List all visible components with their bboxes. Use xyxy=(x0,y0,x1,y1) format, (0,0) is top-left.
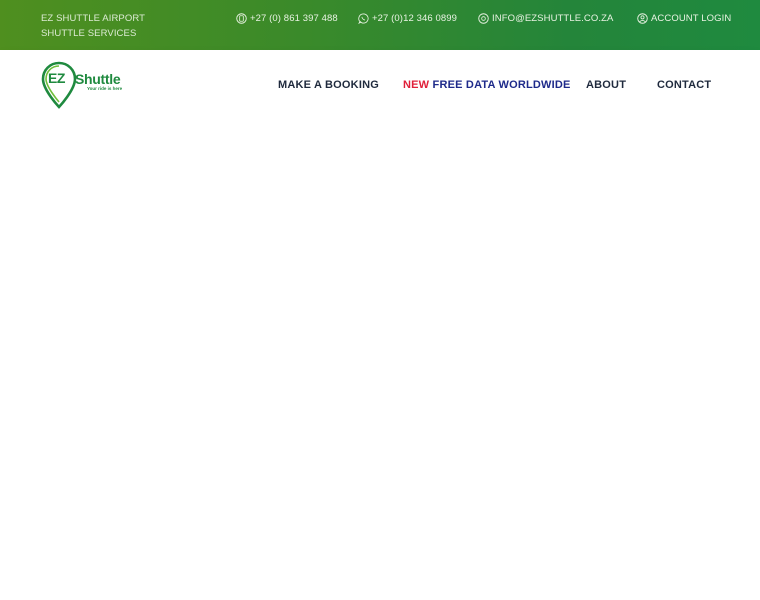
nav-about[interactable]: ABOUT xyxy=(586,79,626,91)
user-icon xyxy=(637,12,648,24)
whatsapp-icon xyxy=(358,13,369,24)
top-bar: EZ SHUTTLE AIRPORT SHUTTLE SERVICES +27 … xyxy=(0,0,760,50)
new-badge: NEW xyxy=(403,79,430,91)
email-link[interactable]: INFO@EZSHUTTLE.CO.ZA xyxy=(478,11,613,25)
email-text: INFO@EZSHUTTLE.CO.ZA xyxy=(492,12,614,24)
page-content xyxy=(0,121,760,600)
phone-icon xyxy=(236,12,247,24)
nav-free-data[interactable]: NEW FREE DATA WORLDWIDE xyxy=(403,79,571,91)
logo-wordmark: Shuttle xyxy=(75,71,121,87)
logo-tagline: Your ride is here xyxy=(87,86,123,91)
free-data-label: FREE DATA WORLDWIDE xyxy=(432,79,571,91)
company-name: EZ SHUTTLE AIRPORT SHUTTLE SERVICES xyxy=(41,13,145,39)
phone-link[interactable]: +27 (0) 861 397 488 xyxy=(236,11,338,25)
nav-contact[interactable]: CONTACT xyxy=(657,79,711,91)
whatsapp-text: +27 (0)12 346 0899 xyxy=(372,12,457,24)
location-pin-icon xyxy=(41,61,77,109)
main-navbar: EZ Shuttle Your ride is here MAKE A BOOK… xyxy=(0,50,760,121)
nav-make-a-booking[interactable]: MAKE A BOOKING xyxy=(278,79,379,91)
whatsapp-link[interactable]: +27 (0)12 346 0899 xyxy=(358,11,457,25)
account-login-link[interactable]: ACCOUNT LOGIN xyxy=(637,11,731,25)
phone-text: +27 (0) 861 397 488 xyxy=(250,12,338,24)
site-logo[interactable]: EZ Shuttle Your ride is here xyxy=(41,61,123,111)
account-login-text: ACCOUNT LOGIN xyxy=(651,12,732,24)
at-icon xyxy=(478,12,489,24)
logo-badge: EZ xyxy=(48,70,65,86)
